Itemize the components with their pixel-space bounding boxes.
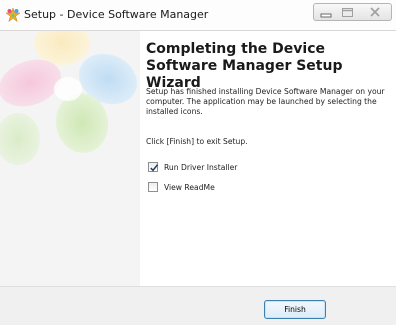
view-readme-option[interactable]: View ReadMe	[148, 181, 215, 193]
view-readme-label: View ReadMe	[164, 182, 215, 192]
wizard-banner	[0, 31, 140, 286]
title-bar[interactable]: Setup - Device Software Manager	[0, 0, 396, 31]
run-driver-installer-checkbox[interactable]	[148, 162, 158, 172]
wizard-footer: Finish	[0, 286, 396, 325]
colorful-petal-banner	[0, 31, 140, 286]
minimize-icon	[320, 13, 332, 18]
minimize-button[interactable]	[313, 3, 337, 21]
checkmark-icon	[150, 164, 158, 172]
close-icon	[370, 7, 380, 17]
completion-message: Setup has finished installing Device Sof…	[146, 87, 385, 116]
maximize-button[interactable]	[336, 3, 359, 21]
exit-instruction: Click [Finish] to exit Setup.	[146, 137, 248, 146]
run-driver-installer-label: Run Driver Installer	[164, 162, 238, 172]
page-title: Completing the Device Software Manager S…	[146, 41, 343, 91]
window-title: Setup - Device Software Manager	[24, 8, 209, 21]
close-button[interactable]	[358, 3, 392, 21]
setup-star-icon	[5, 7, 21, 23]
view-readme-checkbox[interactable]	[148, 182, 158, 192]
run-driver-installer-option[interactable]: Run Driver Installer	[148, 161, 237, 173]
finish-button[interactable]: Finish	[264, 300, 326, 319]
maximize-icon	[342, 8, 353, 17]
setup-wizard-window: Setup - Device Software Manager Completi…	[0, 0, 396, 325]
wizard-content: Completing the Device Software Manager S…	[140, 31, 396, 286]
